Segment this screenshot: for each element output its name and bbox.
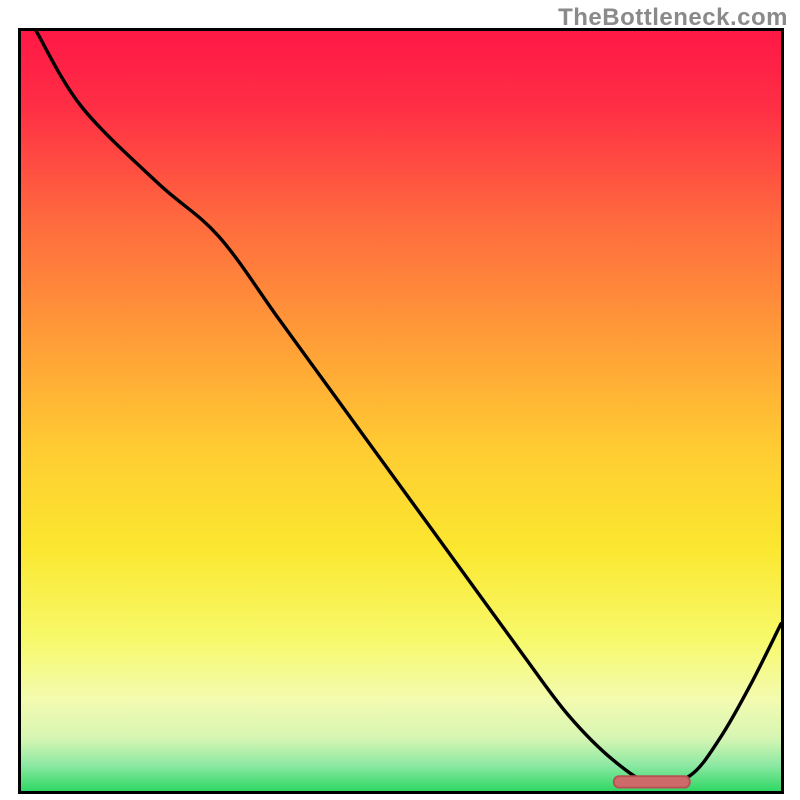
optimal-range-marker [614,776,690,787]
plot-area [18,28,784,794]
watermark-text: TheBottleneck.com [558,4,788,32]
chart-frame: TheBottleneck.com [0,0,800,800]
marker-layer [21,31,781,791]
